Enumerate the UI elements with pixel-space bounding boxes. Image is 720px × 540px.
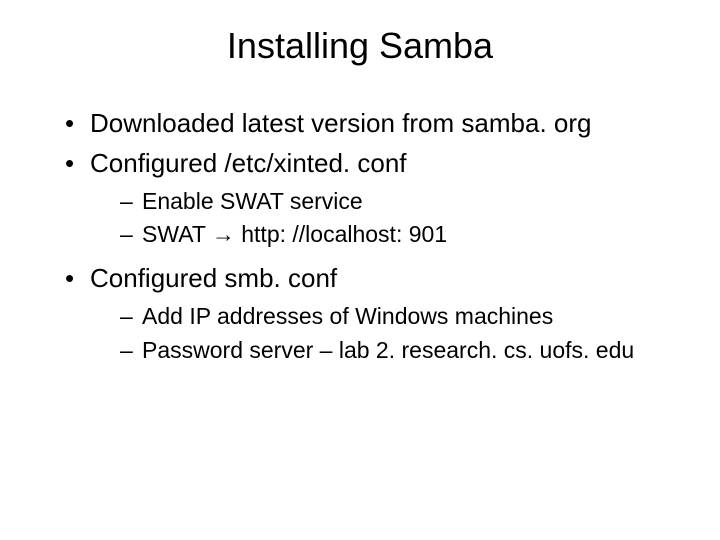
bullet-text: Configured smb. conf bbox=[90, 263, 337, 293]
sub-bullet-item: Add IP addresses of Windows machines bbox=[120, 302, 680, 332]
bullet-item: Configured /etc/xinted. conf Enable SWAT… bbox=[65, 147, 680, 251]
sub-bullet-item: Password server – lab 2. research. cs. u… bbox=[120, 336, 680, 366]
slide-title: Installing Samba bbox=[40, 25, 680, 67]
sub-bullet-list: Add IP addresses of Windows machines Pas… bbox=[90, 302, 680, 366]
sub-bullet-item: SWAT → http: //localhost: 901 bbox=[120, 220, 680, 250]
sub-bullet-text-suffix: http: //localhost: 901 bbox=[235, 221, 447, 247]
sub-bullet-list: Enable SWAT service SWAT → http: //local… bbox=[90, 187, 680, 251]
sub-bullet-item: Enable SWAT service bbox=[120, 187, 680, 217]
arrow-icon: → bbox=[212, 221, 235, 247]
bullet-item: Configured smb. conf Add IP addresses of… bbox=[65, 262, 680, 366]
main-bullet-list: Downloaded latest version from samba. or… bbox=[40, 107, 680, 366]
bullet-text: Configured /etc/xinted. conf bbox=[90, 148, 407, 178]
sub-bullet-text-prefix: SWAT bbox=[142, 221, 212, 247]
bullet-item: Downloaded latest version from samba. or… bbox=[65, 107, 680, 141]
